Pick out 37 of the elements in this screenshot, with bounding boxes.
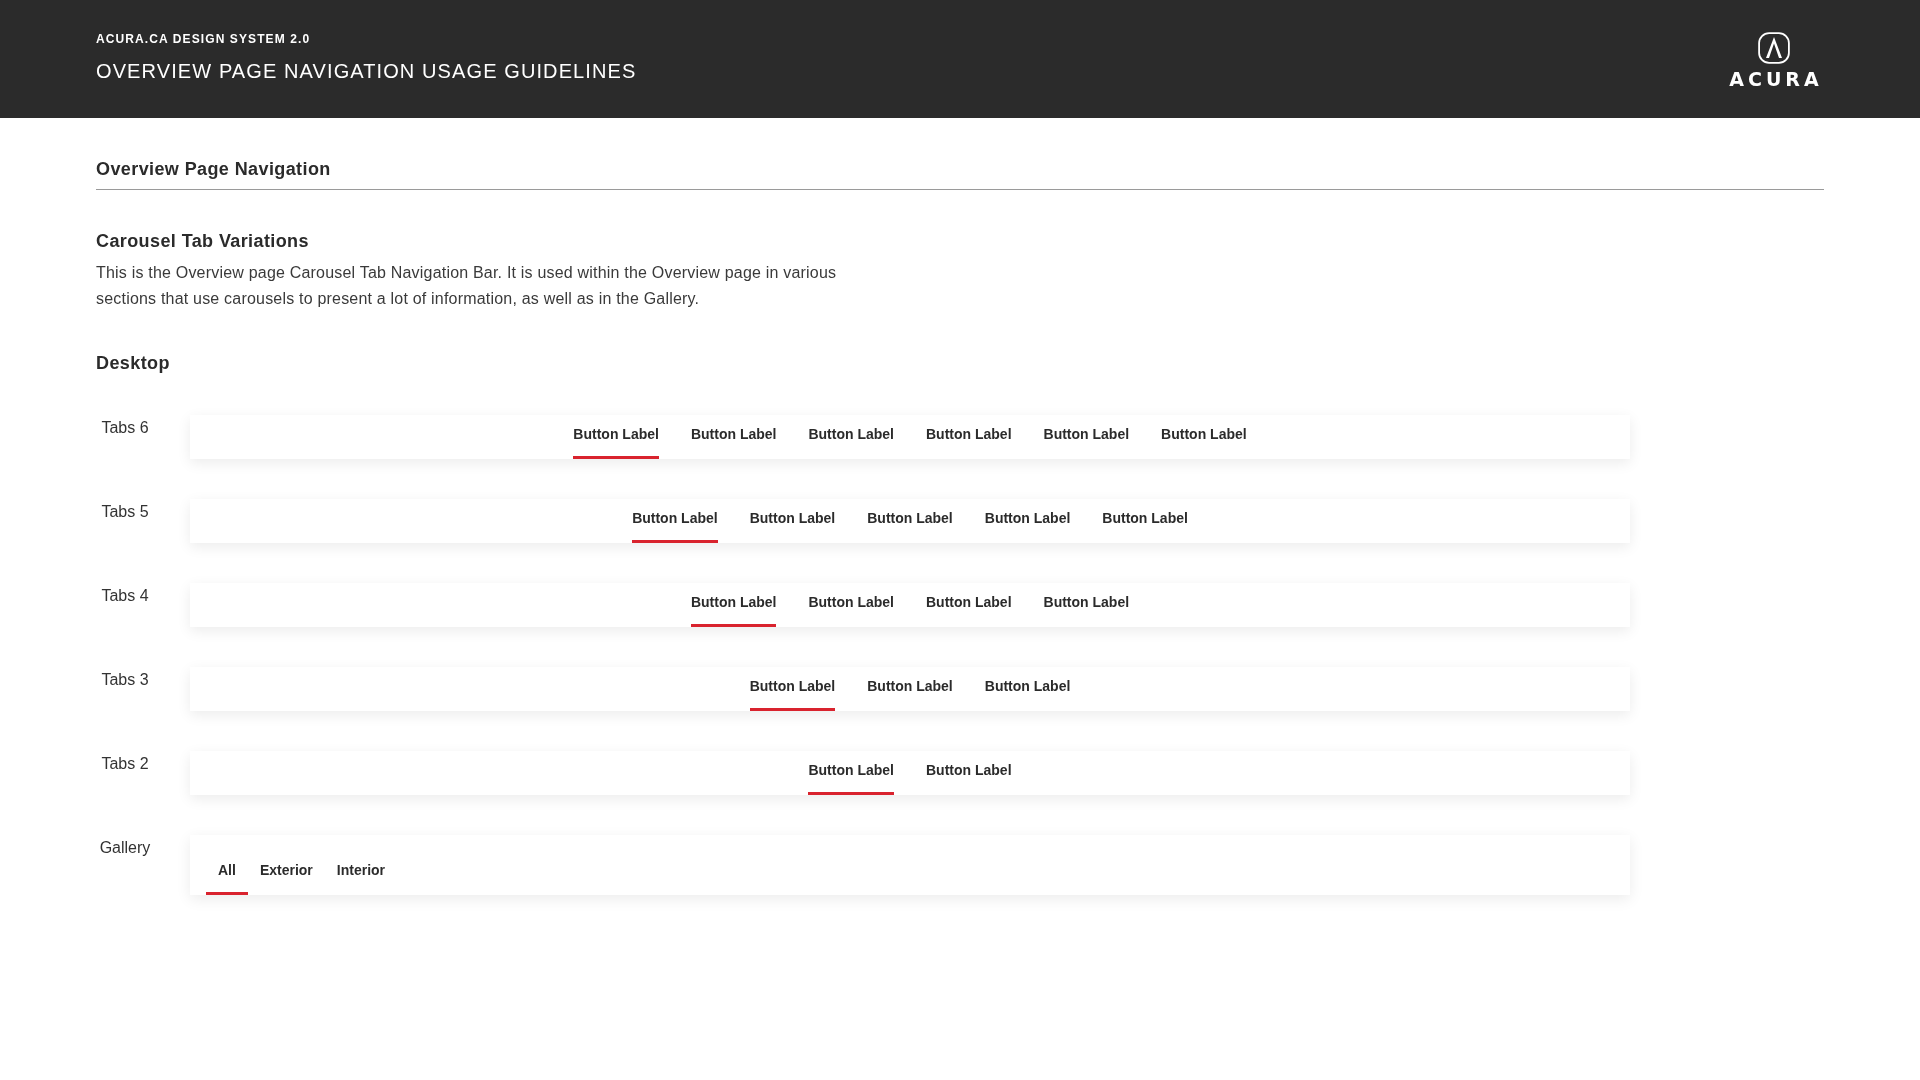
description-text: This is the Overview page Carousel Tab Navigation Bar. It is used within the Overview page in various sections that use carousels to present a lot of information, as well as in the Gallery.	[96, 263, 838, 309]
group-title: Desktop	[96, 352, 170, 375]
row-label: Tabs 2	[100, 754, 150, 773]
tab[interactable]: Button Label	[1161, 415, 1247, 459]
tab[interactable]: Button Label	[926, 751, 1012, 795]
tab[interactable]: Button Label	[1043, 583, 1130, 627]
header-subtitle: ACURA.CA DESIGN SYSTEM 2.0	[96, 32, 312, 46]
tab[interactable]: Button Label	[867, 499, 953, 543]
tab[interactable]: Button Label	[984, 499, 1071, 543]
tab[interactable]: Button Label	[808, 751, 894, 795]
tab[interactable]: Button Label	[690, 583, 777, 627]
tab[interactable]: Button Label	[632, 499, 718, 543]
row-label: Gallery	[98, 838, 152, 857]
tab[interactable]: Button Label	[690, 415, 777, 459]
tab[interactable]: Button Label	[926, 415, 1012, 459]
tab[interactable]: Button Label	[867, 667, 953, 711]
tab[interactable]: Button Label	[926, 583, 1012, 627]
logo-wordmark: ACURA	[1729, 70, 1823, 88]
tab[interactable]: All	[206, 835, 248, 895]
tab[interactable]: Interior	[324, 835, 398, 895]
row-label: Tabs 4	[100, 586, 150, 605]
row-label: Tabs 5	[100, 502, 150, 521]
tab[interactable]: Exterior	[247, 835, 325, 895]
logo-emblem-icon	[1758, 32, 1790, 64]
subsection-title: Carousel Tab Variations	[96, 230, 309, 253]
tab[interactable]: Button Label	[808, 415, 894, 459]
tab[interactable]: Button Label	[1043, 415, 1130, 459]
tab[interactable]: Button Label	[808, 583, 894, 627]
tab[interactable]: Button Label	[749, 499, 836, 543]
tab[interactable]: Button Label	[573, 415, 659, 459]
tab[interactable]: Button Label	[1102, 499, 1188, 543]
row-label: Tabs 6	[100, 418, 150, 437]
tab[interactable]: Button Label	[984, 667, 1071, 711]
page-title: OVERVIEW PAGE NAVIGATION USAGE GUIDELINES	[96, 59, 637, 83]
section-title: Overview Page Navigation	[96, 158, 331, 181]
row-label: Tabs 3	[100, 670, 150, 689]
tab[interactable]: Button Label	[749, 667, 836, 711]
